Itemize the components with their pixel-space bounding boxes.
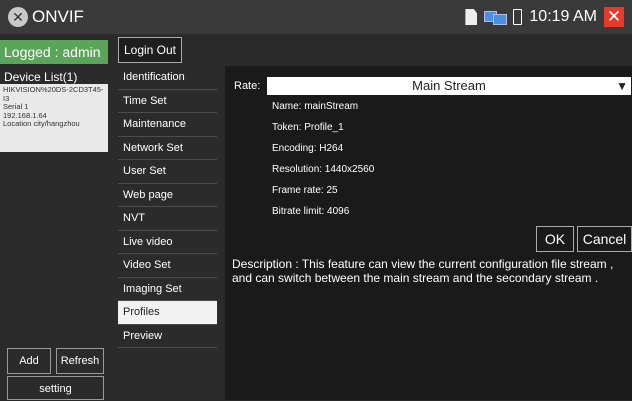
menu-item-network-set[interactable]: Network Set	[118, 137, 217, 160]
profile-token: Token: Profile_1	[272, 122, 344, 133]
status-bar: 10:19 AM ✕	[465, 6, 624, 28]
settings-menu: Identification Time Set Maintenance Netw…	[118, 66, 217, 348]
ok-button[interactable]: OK	[536, 226, 574, 252]
device-name: HIKVISION%20DS-2CD3T45-I3	[3, 85, 104, 103]
rate-select-value: Main Stream	[412, 78, 486, 93]
profile-bitrate-limit: Bitrate limit: 4096	[272, 206, 350, 217]
cancel-button[interactable]: Cancel	[577, 226, 632, 252]
clock: 10:19 AM	[529, 8, 597, 25]
menu-item-imaging-set[interactable]: Imaging Set	[118, 278, 217, 301]
rate-select[interactable]: Main Stream ▼	[267, 77, 631, 95]
menu-item-maintenance[interactable]: Maintenance	[118, 113, 217, 137]
device-item[interactable]: HIKVISION%20DS-2CD3T45-I3 Serial 1 192.1…	[0, 84, 108, 152]
sd-card-icon	[465, 9, 478, 25]
menu-item-preview[interactable]: Preview	[118, 325, 217, 348]
dropdown-arrow-icon: ▼	[616, 79, 628, 93]
profile-frame-rate: Frame rate: 25	[272, 185, 338, 196]
menu-item-time-set[interactable]: Time Set	[118, 90, 217, 113]
description-text: Description : This feature can view the …	[232, 257, 614, 285]
setting-button[interactable]: setting	[7, 376, 104, 400]
profile-resolution: Resolution: 1440x2560	[272, 164, 375, 175]
network-icon	[484, 9, 508, 25]
profiles-panel: Rate: Main Stream ▼ Name: mainStream Tok…	[225, 66, 632, 400]
menu-item-profiles[interactable]: Profiles	[118, 301, 217, 325]
refresh-button[interactable]: Refresh	[56, 348, 104, 374]
rate-label: Rate:	[234, 80, 261, 92]
profile-encoding: Encoding: H264	[272, 143, 344, 154]
device-list-label: Device List(1)	[4, 70, 78, 84]
close-icon[interactable]: ✕	[604, 7, 624, 27]
menu-section-nvt: NVT	[118, 207, 217, 231]
menu-item-user-set[interactable]: User Set	[118, 160, 217, 184]
add-button[interactable]: Add	[7, 348, 51, 374]
menu-item-live-video[interactable]: Live video	[118, 231, 217, 254]
login-out-button[interactable]: Login Out	[118, 37, 182, 63]
onvif-logo-icon: ✕	[8, 7, 28, 27]
app-title: ONVIF	[32, 7, 84, 26]
title-bar: ✕ ONVIF 10:19 AM ✕	[0, 0, 632, 34]
menu-item-web-page[interactable]: Web page	[118, 184, 217, 207]
menu-item-video-set[interactable]: Video Set	[118, 254, 217, 278]
logged-in-status: Logged : admin	[0, 40, 108, 64]
menu-item-identification[interactable]: Identification	[118, 66, 217, 90]
device-location: Location city/hangzhou	[3, 119, 80, 128]
profile-name: Name: mainStream	[272, 101, 359, 112]
battery-icon	[513, 9, 523, 25]
